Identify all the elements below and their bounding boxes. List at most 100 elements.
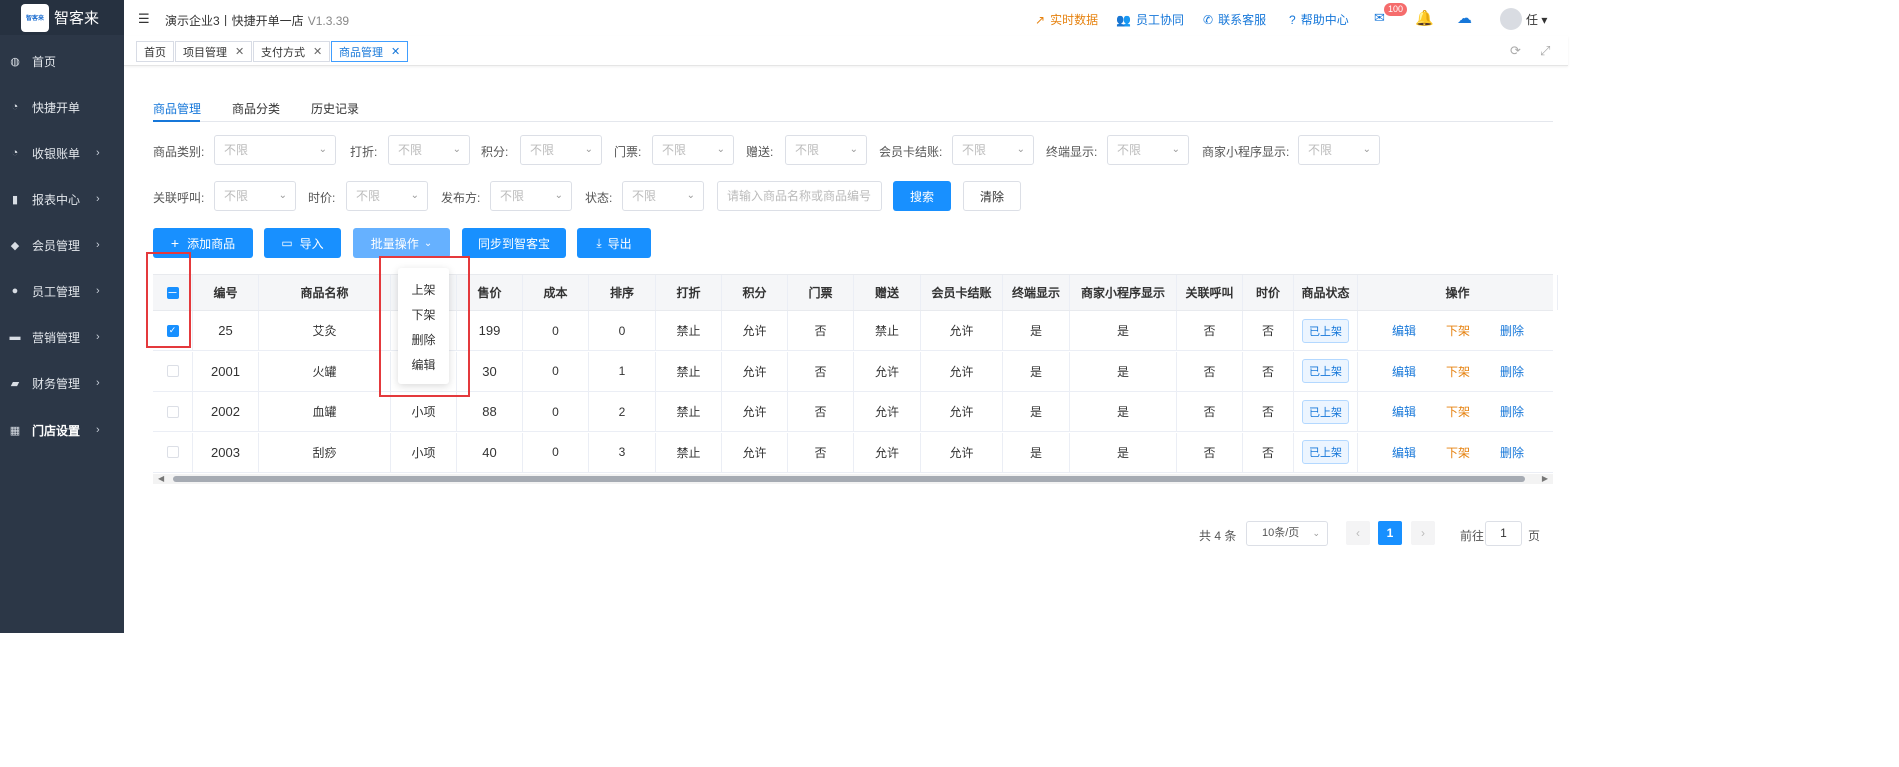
table-cell: 允许 xyxy=(722,311,788,350)
status-badge: 已上架 xyxy=(1302,440,1349,464)
people-icon: 👥 xyxy=(1116,12,1131,27)
delete-link[interactable]: 删除 xyxy=(1500,322,1524,339)
page-number-button[interactable]: 1 xyxy=(1378,521,1402,545)
tab-project-management[interactable]: 项目管理 ✕ xyxy=(175,41,253,62)
goto-page-input[interactable]: 1 xyxy=(1485,521,1522,546)
edit-link[interactable]: 编辑 xyxy=(1392,444,1416,461)
sidebar-item[interactable]: ◍ 首页 xyxy=(0,41,124,81)
sidebar-item[interactable]: ▬ 营销管理 › xyxy=(0,317,124,357)
filter-publisher-select[interactable]: 不限 ⌄ xyxy=(490,181,572,211)
sidebar-item-label: 财务管理 xyxy=(32,376,81,391)
row-checkbox[interactable] xyxy=(166,405,179,418)
scrollbar-thumb[interactable] xyxy=(173,476,1525,482)
avatar[interactable] xyxy=(1500,8,1522,30)
sidebar-item-label: 报表中心 xyxy=(32,192,81,207)
fullscreen-icon[interactable]: ⤢ xyxy=(1540,43,1550,59)
close-icon[interactable]: ✕ xyxy=(313,45,322,58)
sidebar-item[interactable]: ▮ 报表中心 › xyxy=(0,179,124,219)
subtab-products[interactable]: 商品管理 xyxy=(153,100,201,117)
mail-icon[interactable]: ✉ xyxy=(1374,10,1385,26)
subtab-history[interactable]: 历史记录 xyxy=(311,100,359,117)
help-center-link[interactable]: ? 帮助中心 xyxy=(1289,11,1349,28)
table-cell: 禁止 xyxy=(656,311,722,350)
filter-label-ticket: 门票: xyxy=(614,145,642,159)
page-size-select[interactable]: 10条/页 ⌄ xyxy=(1246,521,1328,546)
sidebar-item[interactable]: ◔ 收银账单 › xyxy=(0,133,124,173)
subtab-active-indicator xyxy=(153,120,200,122)
edit-link[interactable]: 编辑 xyxy=(1392,403,1416,420)
tab-home[interactable]: 首页 xyxy=(136,41,174,62)
batch-actions-button[interactable]: 批量操作 ⌄ xyxy=(353,228,450,258)
filter-member-card-select[interactable]: 不限 ⌄ xyxy=(952,135,1034,165)
contact-service-link[interactable]: ✆ 联系客服 xyxy=(1203,11,1266,28)
subtab-categories[interactable]: 商品分类 xyxy=(232,100,280,117)
chevron-down-icon: ⌄ xyxy=(849,144,858,155)
row-checkbox[interactable] xyxy=(166,365,179,377)
sidebar-item[interactable]: ◔ 快捷开单 xyxy=(0,87,124,127)
import-button[interactable]: ▭ 导入 xyxy=(264,228,341,258)
offshelf-link[interactable]: 下架 xyxy=(1446,403,1470,420)
edit-link[interactable]: 编辑 xyxy=(1392,322,1416,339)
sidebar-item[interactable]: ▰ 财务管理 › xyxy=(0,363,124,403)
staff-collab-link[interactable]: 👥 员工协同 xyxy=(1116,11,1184,28)
chevron-down-icon: ⌄ xyxy=(1362,144,1371,155)
filter-call-select[interactable]: 不限 ⌄ xyxy=(214,181,296,211)
delete-link[interactable]: 删除 xyxy=(1500,363,1524,380)
export-button[interactable]: ⤓ 导出 xyxy=(577,228,651,258)
sidebar-item[interactable]: ◆ 会员管理 › xyxy=(0,225,124,265)
table-cell: 禁止 xyxy=(656,351,722,391)
tab-payment-methods[interactable]: 支付方式 ✕ xyxy=(253,41,331,62)
scroll-right-icon[interactable]: ▶ xyxy=(1542,474,1548,483)
sidebar-item[interactable]: ▦ 门店设置 › xyxy=(0,410,124,450)
tab-bar: 首页 项目管理 ✕ 支付方式 ✕ 商品管理 ✕ xyxy=(124,36,1568,66)
search-button[interactable]: 搜索 xyxy=(893,181,951,211)
table-cell: 是 xyxy=(1070,432,1177,472)
chevron-right-icon: › xyxy=(96,285,100,297)
status-cell: 已上架 xyxy=(1294,311,1358,350)
status-cell: 已上架 xyxy=(1294,351,1358,391)
sync-button[interactable]: 同步到智客宝 xyxy=(462,228,566,258)
search-input[interactable]: 请输入商品名称或商品编号 xyxy=(717,181,882,211)
scroll-left-icon[interactable]: ◀ xyxy=(158,474,164,483)
table-cell: 允许 xyxy=(921,432,1003,472)
row-checkbox[interactable] xyxy=(166,446,179,458)
delete-link[interactable]: 删除 xyxy=(1500,403,1524,420)
offshelf-link[interactable]: 下架 xyxy=(1446,444,1470,461)
filter-label-category: 商品类别: xyxy=(153,145,205,159)
dashboard-icon: ◍ xyxy=(10,55,20,68)
menu-toggle-icon[interactable]: ☰ xyxy=(138,11,150,27)
sidebar-item[interactable]: ● 员工管理 › xyxy=(0,271,124,311)
brand-logo: 智客来 智客来 xyxy=(0,0,124,35)
edit-link[interactable]: 编辑 xyxy=(1392,363,1416,380)
offshelf-link[interactable]: 下架 xyxy=(1446,363,1470,380)
bell-icon[interactable]: 🔔 xyxy=(1415,9,1434,27)
refresh-icon[interactable]: ⟳ xyxy=(1510,43,1521,59)
cloud-icon[interactable]: ☁ xyxy=(1457,9,1472,27)
close-icon[interactable]: ✕ xyxy=(391,45,400,58)
table-cell: 2002 xyxy=(193,392,259,431)
clear-button-label: 清除 xyxy=(979,189,1004,204)
prev-page-button[interactable]: ‹ xyxy=(1346,521,1370,545)
user-menu[interactable]: 任 ▾ xyxy=(1526,11,1547,28)
select-value: 不限 xyxy=(500,189,525,203)
filter-miniprogram-select[interactable]: 不限 ⌄ xyxy=(1298,135,1380,165)
filter-points-select[interactable]: 不限 ⌄ xyxy=(520,135,602,165)
filter-status-select[interactable]: 不限 ⌄ xyxy=(622,181,704,211)
filter-terminal-select[interactable]: 不限 ⌄ xyxy=(1107,135,1189,165)
horizontal-scrollbar[interactable]: ◀ ▶ xyxy=(153,474,1553,484)
filter-discount-select[interactable]: 不限 ⌄ xyxy=(388,135,470,165)
filter-price-select[interactable]: 不限 ⌄ xyxy=(346,181,428,211)
column-header: 积分 xyxy=(722,275,788,310)
sidebar-item-label: 收银账单 xyxy=(32,146,81,161)
filter-category-select[interactable]: 不限 ⌄ xyxy=(214,135,336,165)
export-label: 导出 xyxy=(607,236,632,251)
filter-gift-select[interactable]: 不限 ⌄ xyxy=(785,135,867,165)
filter-ticket-select[interactable]: 不限 ⌄ xyxy=(652,135,734,165)
tab-product-management[interactable]: 商品管理 ✕ xyxy=(331,41,409,62)
next-page-button[interactable]: › xyxy=(1411,521,1435,545)
offshelf-link[interactable]: 下架 xyxy=(1446,322,1470,339)
clear-button[interactable]: 清除 xyxy=(963,181,1021,211)
delete-link[interactable]: 删除 xyxy=(1500,444,1524,461)
realtime-data-link[interactable]: ↗ 实时数据 xyxy=(1035,11,1098,28)
close-icon[interactable]: ✕ xyxy=(235,45,244,58)
